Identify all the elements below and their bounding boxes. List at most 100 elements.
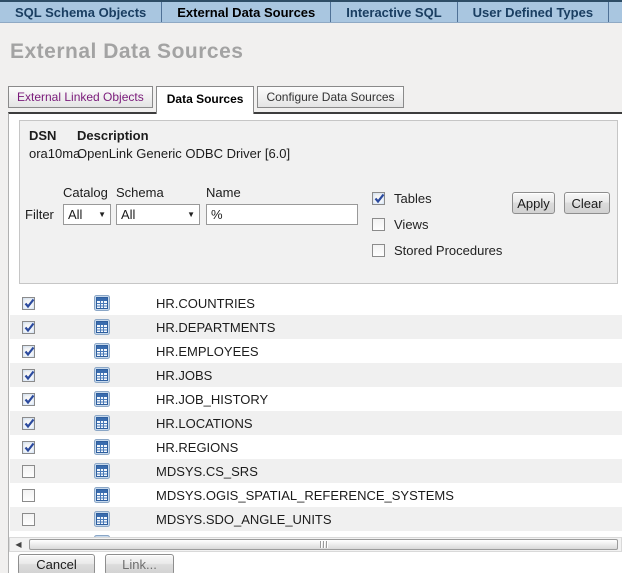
table-icon — [94, 511, 110, 527]
table-icon — [94, 511, 110, 527]
object-name: MDSYS.SDO_ANGLE_UNITS — [156, 512, 332, 527]
table-icon — [94, 367, 110, 383]
object-name: HR.DEPARTMENTS — [156, 320, 275, 335]
schema-dropdown[interactable]: All ▼ — [116, 204, 200, 225]
dsn-column-header: DSN — [29, 128, 56, 143]
schema-label: Schema — [116, 185, 164, 200]
row-checkbox[interactable] — [22, 369, 35, 382]
table-icon — [94, 487, 110, 503]
table-icon — [94, 295, 110, 311]
table-icon — [94, 295, 110, 311]
table-row: MDSYS.SDO_ANGLE_UNITS — [10, 507, 622, 531]
object-name: MDSYS.OGIS_SPATIAL_REFERENCE_SYSTEMS — [156, 488, 454, 503]
object-name: HR.LOCATIONS — [156, 416, 253, 431]
check-icon — [23, 321, 36, 334]
name-filter-input[interactable] — [206, 204, 358, 225]
table-icon — [94, 343, 110, 359]
table-icon — [94, 391, 110, 407]
nav-tab-r[interactable]: R — [609, 2, 622, 22]
object-name: HR.REGIONS — [156, 440, 238, 455]
nav-tab-user-defined-types[interactable]: User Defined Types — [458, 2, 609, 22]
row-checkbox[interactable] — [22, 297, 35, 310]
table-row: HR.JOB_HISTORY — [10, 387, 622, 411]
scrollbar-thumb[interactable] — [29, 539, 618, 550]
check-icon — [23, 297, 36, 310]
table-icon — [94, 415, 110, 431]
object-name: HR.COUNTRIES — [156, 296, 255, 311]
table-icon — [94, 463, 110, 479]
tab-external-linked-objects[interactable]: External Linked Objects — [8, 86, 153, 108]
link-button[interactable]: Link... — [105, 554, 174, 573]
nav-tab-external-data-sources[interactable]: External Data Sources — [162, 2, 331, 22]
check-icon — [373, 192, 386, 205]
object-list: HR.COUNTRIES HR.DEPARTMENTS HR.EMPLOYEES HR… — [10, 291, 622, 537]
row-checkbox[interactable] — [22, 465, 35, 478]
apply-button[interactable]: Apply — [512, 192, 555, 214]
type-filter-views: Views — [372, 217, 428, 232]
row-checkbox[interactable] — [22, 417, 35, 430]
table-icon — [94, 391, 110, 407]
views-label: Views — [394, 217, 428, 232]
table-icon — [94, 439, 110, 455]
name-label: Name — [206, 185, 241, 200]
nav-tab-interactive-sql[interactable]: Interactive SQL — [331, 2, 457, 22]
row-checkbox[interactable] — [22, 345, 35, 358]
table-icon — [94, 463, 110, 479]
tab-data-sources[interactable]: Data Sources — [156, 86, 255, 114]
description-value: OpenLink Generic ODBC Driver [6.0] — [77, 146, 290, 161]
type-filter-tables: Tables — [372, 191, 432, 206]
catalog-dropdown[interactable]: All ▼ — [63, 204, 111, 225]
row-checkbox[interactable] — [22, 393, 35, 406]
table-row: HR.EMPLOYEES — [10, 339, 622, 363]
row-checkbox[interactable] — [22, 489, 35, 502]
clear-button[interactable]: Clear — [564, 192, 610, 214]
table-icon — [94, 343, 110, 359]
scrollbar-grip-icon — [320, 541, 327, 548]
table-row: HR.LOCATIONS — [10, 411, 622, 435]
table-row: MDSYS.OGIS_SPATIAL_REFERENCE_SYSTEMS — [10, 483, 622, 507]
table-icon — [94, 319, 110, 335]
table-row: HR.COUNTRIES — [10, 291, 622, 315]
object-name: HR.EMPLOYEES — [156, 344, 259, 359]
table-icon — [94, 487, 110, 503]
chevron-down-icon: ▼ — [94, 210, 106, 219]
row-checkbox[interactable] — [22, 321, 35, 334]
table-icon — [94, 415, 110, 431]
stored-procedures-label: Stored Procedures — [394, 243, 502, 258]
top-nav: SQL Schema ObjectsExternal Data SourcesI… — [0, 0, 622, 23]
table-icon — [94, 319, 110, 335]
scroll-left-arrow-icon[interactable]: ◀ — [11, 539, 26, 550]
filter-label: Filter — [25, 207, 54, 222]
stored-procedures-checkbox[interactable] — [372, 244, 385, 257]
views-checkbox[interactable] — [372, 218, 385, 231]
catalog-selected-value: All — [68, 207, 82, 222]
nav-tab-sql-schema-objects[interactable]: SQL Schema Objects — [0, 2, 162, 22]
external-data-sources-window: { "nav": { "items": [ { "label": "SQL Sc… — [0, 0, 622, 573]
dsn-filter-box: DSN Description ora10ma OpenLink Generic… — [19, 120, 618, 284]
horizontal-scrollbar[interactable]: ◀ — [9, 537, 622, 552]
object-name: HR.JOB_HISTORY — [156, 392, 268, 407]
tables-checkbox[interactable] — [372, 192, 385, 205]
chevron-down-icon: ▼ — [183, 210, 195, 219]
page-title: External Data Sources — [10, 40, 243, 64]
data-sources-panel: DSN Description ora10ma OpenLink Generic… — [8, 112, 622, 573]
table-icon — [94, 367, 110, 383]
tables-label: Tables — [394, 191, 432, 206]
check-icon — [23, 417, 36, 430]
check-icon — [23, 345, 36, 358]
object-name: MDSYS.CS_SRS — [156, 464, 258, 479]
description-column-header: Description — [77, 128, 149, 143]
type-filter-stored-procedures: Stored Procedures — [372, 243, 502, 258]
row-checkbox[interactable] — [22, 513, 35, 526]
row-checkbox[interactable] — [22, 441, 35, 454]
tab-configure-data-sources[interactable]: Configure Data Sources — [257, 86, 403, 108]
table-row: HR.JOBS — [10, 363, 622, 387]
check-icon — [23, 441, 36, 454]
cancel-button[interactable]: Cancel — [18, 554, 95, 573]
check-icon — [23, 393, 36, 406]
table-row: MDSYS.CS_SRS — [10, 459, 622, 483]
schema-selected-value: All — [121, 207, 135, 222]
dsn-value: ora10ma — [29, 146, 80, 161]
sub-tabs: External Linked ObjectsData SourcesConfi… — [8, 86, 407, 114]
object-name: HR.JOBS — [156, 368, 212, 383]
